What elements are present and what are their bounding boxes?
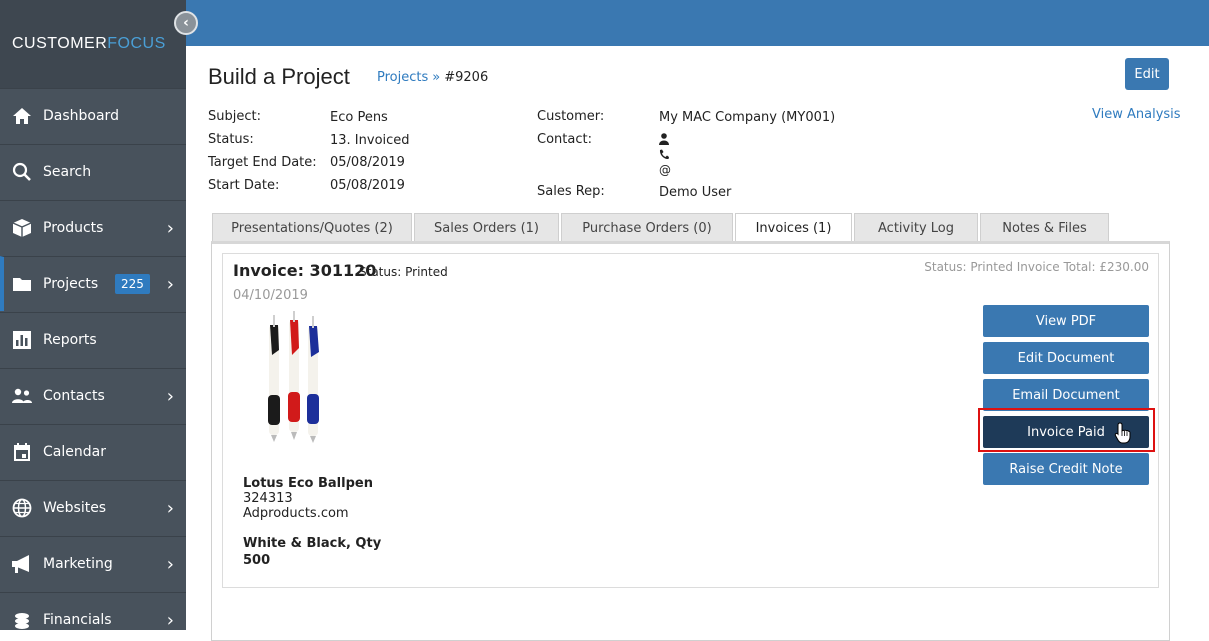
- people-icon: [11, 385, 33, 407]
- product-variant: White & Black, Qty: [243, 536, 382, 551]
- start-date-label: Start Date:: [208, 178, 280, 193]
- sidebar-item-label: Contacts: [43, 388, 105, 404]
- sidebar-item-label: Financials: [43, 612, 112, 628]
- tab-presentations-quotes[interactable]: Presentations/Quotes (2): [212, 213, 412, 242]
- brand-part2: FOCUS: [107, 35, 166, 52]
- breadcrumb-separator: »: [432, 70, 441, 85]
- calendar-icon: [11, 441, 33, 463]
- sidebar-item-projects[interactable]: Projects 225 ›: [0, 256, 186, 311]
- invoice-date: 04/10/2019: [233, 288, 308, 303]
- product-supplier: Adproducts.com: [243, 506, 349, 521]
- chevron-right-icon: ›: [166, 385, 174, 407]
- sidebar-item-label: Projects: [43, 276, 99, 292]
- home-icon: [11, 105, 33, 127]
- chevron-right-icon: ›: [166, 497, 174, 519]
- sidebar-item-label: Reports: [43, 332, 97, 348]
- target-end-date-label: Target End Date:: [208, 155, 317, 170]
- invoice-status: Status: Printed: [359, 265, 448, 279]
- sidebar-item-label: Calendar: [43, 444, 106, 460]
- page-title: Build a Project: [208, 64, 350, 89]
- globe-icon: [11, 497, 33, 519]
- invoice-status-label: Status:: [359, 265, 402, 279]
- invoice-status-value: Printed: [405, 265, 448, 279]
- chevron-right-icon: ›: [166, 273, 174, 295]
- target-end-date-value: 05/08/2019: [330, 155, 405, 170]
- breadcrumb-projects-link[interactable]: Projects: [377, 70, 428, 85]
- contact-phone-icon: [659, 149, 669, 164]
- breadcrumb: Projects » #9206: [377, 70, 488, 85]
- invoice-title: Invoice: 301120: [233, 261, 377, 280]
- product-quantity: 500: [243, 553, 271, 568]
- status-label: Status:: [208, 132, 254, 147]
- top-bar: [186, 0, 1209, 46]
- contact-person-icon: [659, 133, 669, 149]
- projects-count-badge: 225: [115, 274, 150, 294]
- view-pdf-button[interactable]: View PDF: [983, 305, 1149, 337]
- box-icon: [11, 217, 33, 239]
- brand-logo: CUSTOMER FOCUS: [0, 0, 186, 88]
- sidebar-item-reports[interactable]: Reports: [0, 312, 186, 367]
- sidebar-collapse-button[interactable]: ‹: [174, 11, 198, 35]
- subject-value: Eco Pens: [330, 110, 388, 125]
- sidebar-item-label: Products: [43, 220, 104, 236]
- contact-label: Contact:: [537, 132, 592, 147]
- customer-label: Customer:: [537, 109, 605, 124]
- sidebar-item-websites[interactable]: Websites ›: [0, 480, 186, 535]
- tab-invoices[interactable]: Invoices (1): [735, 213, 852, 243]
- product-image: [268, 311, 319, 443]
- customer-value: My MAC Company (MY001): [659, 110, 836, 125]
- view-analysis-link[interactable]: View Analysis: [1092, 107, 1181, 122]
- chart-icon: [11, 329, 33, 351]
- tab-activity-log[interactable]: Activity Log: [854, 213, 978, 242]
- search-icon: [11, 161, 33, 183]
- sidebar-item-label: Search: [43, 164, 92, 180]
- sidebar-item-calendar[interactable]: Calendar: [0, 424, 186, 479]
- raise-credit-note-button[interactable]: Raise Credit Note: [983, 453, 1149, 485]
- chevron-left-icon: ‹: [183, 15, 189, 31]
- product-name: Lotus Eco Ballpen: [243, 476, 373, 491]
- subject-label: Subject:: [208, 109, 261, 124]
- coins-icon: [11, 609, 33, 630]
- start-date-value: 05/08/2019: [330, 178, 405, 193]
- sales-rep-label: Sales Rep:: [537, 184, 605, 199]
- tab-sales-orders[interactable]: Sales Orders (1): [414, 213, 559, 242]
- product-code: 324313: [243, 491, 293, 506]
- chevron-right-icon: ›: [166, 217, 174, 239]
- sidebar-item-dashboard[interactable]: Dashboard: [0, 88, 186, 143]
- tab-notes-files[interactable]: Notes & Files: [980, 213, 1109, 242]
- invoice-total-status: Status: Printed Invoice Total: £230.00: [924, 260, 1149, 274]
- hand-cursor-icon: [1114, 422, 1131, 444]
- sales-rep-value: Demo User: [659, 185, 732, 200]
- sidebar-item-label: Websites: [43, 500, 107, 516]
- sidebar-item-marketing[interactable]: Marketing ›: [0, 536, 186, 591]
- folder-icon: [11, 273, 33, 295]
- edit-button[interactable]: Edit: [1125, 58, 1169, 90]
- edit-document-button[interactable]: Edit Document: [983, 342, 1149, 374]
- breadcrumb-current: #9206: [444, 70, 489, 85]
- chevron-right-icon: ›: [166, 553, 174, 575]
- sidebar-item-label: Marketing: [43, 556, 113, 572]
- brand-part1: CUSTOMER: [12, 35, 108, 52]
- sidebar-item-financials[interactable]: Financials ›: [0, 592, 186, 630]
- sidebar: CUSTOMER FOCUS Dashboard Search Products …: [0, 0, 186, 630]
- status-value: 13. Invoiced: [330, 133, 410, 148]
- megaphone-icon: [11, 553, 33, 575]
- chevron-right-icon: ›: [166, 609, 174, 631]
- email-document-button[interactable]: Email Document: [983, 379, 1149, 411]
- contact-email-icon: @: [659, 163, 671, 177]
- sidebar-item-search[interactable]: Search: [0, 144, 186, 199]
- tab-purchase-orders[interactable]: Purchase Orders (0): [561, 213, 733, 242]
- sidebar-item-products[interactable]: Products ›: [0, 200, 186, 255]
- sidebar-item-contacts[interactable]: Contacts ›: [0, 368, 186, 423]
- sidebar-item-label: Dashboard: [43, 108, 119, 124]
